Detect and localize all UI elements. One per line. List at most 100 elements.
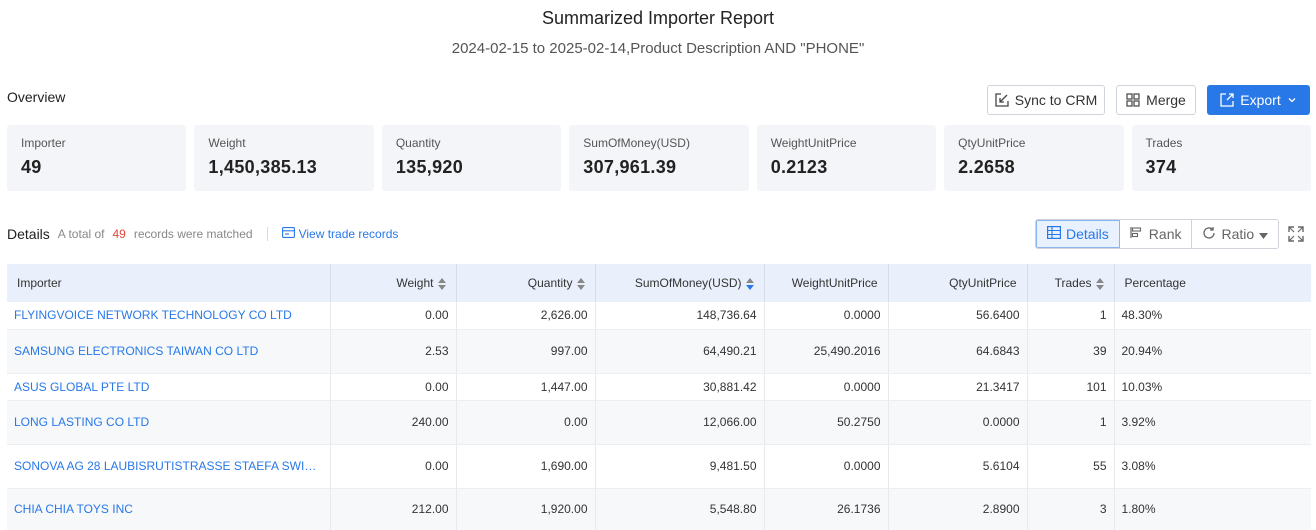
cell-percentage: 3.08% bbox=[1114, 444, 1311, 489]
card-label: Quantity bbox=[395, 136, 441, 150]
column-header-sum-of-money[interactable]: SumOfMoney(USD) bbox=[595, 264, 765, 302]
view-switcher: Details Rank Ratio bbox=[1035, 219, 1280, 249]
table-row: CHIA CHIA TOYS INC 212.00 1,920.00 5,548… bbox=[7, 488, 1311, 530]
importer-link[interactable]: SONOVA AG 28 LAUBISRUTISTRASSE STAEFA SW… bbox=[7, 444, 331, 489]
table-row: LONG LASTING CO LTD 240.00 0.00 12,066.0… bbox=[7, 400, 1311, 445]
sort-icon[interactable] bbox=[437, 277, 446, 290]
card-sum-of-money: SumOfMoney(USD) 307,961.39 bbox=[569, 125, 749, 191]
ratio-view-button[interactable]: Ratio bbox=[1192, 220, 1279, 248]
rank-view-button[interactable]: Rank bbox=[1119, 220, 1193, 248]
total-suffix: records were matched bbox=[133, 227, 253, 241]
cell-percentage: 20.94% bbox=[1114, 329, 1311, 374]
overview-cards: Importer 49 Weight 1,450,385.13 Quantity… bbox=[7, 125, 1311, 191]
report-title: Summarized Importer Report bbox=[541, 8, 775, 28]
export-button[interactable]: Export bbox=[1207, 85, 1310, 115]
export-icon bbox=[1220, 93, 1234, 107]
cell-qty-unit-price: 64.6843 bbox=[888, 329, 1028, 374]
cell-sum-of-money: 148,736.64 bbox=[595, 302, 765, 330]
cell-weight: 0.00 bbox=[330, 302, 457, 330]
column-header-label: Weight bbox=[396, 276, 434, 290]
card-trades: Trades 374 bbox=[1131, 125, 1311, 191]
details-view-button[interactable]: Details bbox=[1036, 220, 1120, 248]
cell-weight-unit-price: 0.0000 bbox=[764, 444, 889, 489]
rank-icon bbox=[1130, 226, 1144, 242]
importer-link[interactable]: SAMSUNG ELECTRONICS TAIWAN CO LTD bbox=[7, 329, 331, 374]
cell-sum-of-money: 12,066.00 bbox=[595, 400, 765, 445]
importer-link[interactable]: FLYINGVOICE NETWORK TECHNOLOGY CO LTD bbox=[7, 302, 331, 330]
cell-quantity: 2,626.00 bbox=[456, 302, 596, 330]
column-header-label: Percentage bbox=[1124, 276, 1186, 290]
card-label: Importer bbox=[21, 136, 66, 150]
cell-weight-unit-price: 25,490.2016 bbox=[764, 329, 889, 374]
card-label: WeightUnitPrice bbox=[770, 136, 857, 150]
merge-label: Merge bbox=[1146, 92, 1186, 108]
merge-icon bbox=[1126, 93, 1140, 107]
cell-percentage: 1.80% bbox=[1114, 488, 1311, 530]
details-view-label: Details bbox=[1066, 226, 1109, 242]
table-row: FLYINGVOICE NETWORK TECHNOLOGY CO LTD 0.… bbox=[7, 302, 1311, 330]
sync-to-crm-button[interactable]: Sync to CRM bbox=[987, 85, 1105, 115]
sort-desc-active-icon[interactable] bbox=[745, 277, 754, 290]
card-qty-unit-price: QtyUnitPrice 2.2658 bbox=[944, 125, 1124, 191]
table-row: SAMSUNG ELECTRONICS TAIWAN CO LTD 2.53 9… bbox=[7, 329, 1311, 374]
cell-weight: 0.00 bbox=[330, 373, 457, 401]
details-heading: Details bbox=[7, 226, 50, 242]
rank-view-label: Rank bbox=[1148, 226, 1182, 242]
importer-link[interactable]: LONG LASTING CO LTD bbox=[7, 400, 331, 445]
importer-table: Importer Weight Quantity SumOfMoney(USD)… bbox=[7, 264, 1311, 530]
cell-quantity: 1,447.00 bbox=[456, 373, 596, 401]
cell-weight: 2.53 bbox=[330, 329, 457, 374]
card-importer: Importer 49 bbox=[7, 125, 187, 191]
card-value: 0.2123 bbox=[770, 157, 828, 177]
merge-button[interactable]: Merge bbox=[1116, 85, 1196, 115]
sort-icon[interactable] bbox=[576, 277, 585, 290]
column-header-label: Trades bbox=[1054, 276, 1092, 290]
report-subtitle: 2024-02-15 to 2025-02-14,Product Descrip… bbox=[451, 40, 865, 57]
cell-trades: 3 bbox=[1027, 488, 1115, 530]
cell-weight-unit-price: 0.0000 bbox=[764, 302, 889, 330]
cell-trades: 1 bbox=[1027, 302, 1115, 330]
card-icon bbox=[281, 227, 295, 241]
column-header-weight-unit-price: WeightUnitPrice bbox=[764, 264, 889, 302]
fullscreen-icon[interactable] bbox=[1288, 226, 1304, 247]
ratio-view-label: Ratio bbox=[1221, 226, 1255, 242]
cell-trades: 39 bbox=[1027, 329, 1115, 374]
export-label: Export bbox=[1240, 92, 1281, 108]
record-count: 49 bbox=[112, 227, 126, 241]
cell-weight-unit-price: 0.0000 bbox=[764, 373, 889, 401]
column-header-label: SumOfMoney(USD) bbox=[634, 276, 742, 290]
cell-weight-unit-price: 26.1736 bbox=[764, 488, 889, 530]
card-label: QtyUnitPrice bbox=[958, 136, 1026, 150]
card-value: 49 bbox=[21, 157, 42, 177]
cell-qty-unit-price: 5.6104 bbox=[888, 444, 1028, 489]
importer-link[interactable]: ASUS GLOBAL PTE LTD bbox=[7, 373, 331, 401]
cell-qty-unit-price: 56.6400 bbox=[888, 302, 1028, 330]
column-header-trades[interactable]: Trades bbox=[1027, 264, 1115, 302]
column-header-percentage: Percentage bbox=[1114, 264, 1311, 302]
cell-weight: 240.00 bbox=[330, 400, 457, 445]
cell-percentage: 48.30% bbox=[1114, 302, 1311, 330]
column-header-quantity[interactable]: Quantity bbox=[456, 264, 596, 302]
cell-quantity: 997.00 bbox=[456, 329, 596, 374]
column-header-label: WeightUnitPrice bbox=[791, 276, 878, 290]
sort-icon[interactable] bbox=[1095, 277, 1104, 290]
view-trade-records-label: View trade records bbox=[298, 227, 399, 241]
column-header-label: QtyUnitPrice bbox=[949, 276, 1017, 290]
importer-link[interactable]: CHIA CHIA TOYS INC bbox=[7, 488, 331, 530]
card-label: SumOfMoney(USD) bbox=[583, 136, 690, 150]
sync-to-crm-label: Sync to CRM bbox=[1014, 92, 1098, 108]
card-value: 2.2658 bbox=[958, 157, 1015, 177]
caret-down-icon bbox=[1259, 226, 1269, 242]
refresh-icon bbox=[1202, 226, 1216, 243]
cell-trades: 55 bbox=[1027, 444, 1115, 489]
card-weight-unit-price: WeightUnitPrice 0.2123 bbox=[756, 125, 937, 191]
table-header-row: Importer Weight Quantity SumOfMoney(USD)… bbox=[7, 264, 1311, 302]
cell-percentage: 10.03% bbox=[1114, 373, 1311, 401]
column-header-label: Quantity bbox=[527, 276, 573, 290]
card-label: Weight bbox=[208, 136, 246, 150]
view-trade-records-link[interactable]: View trade records bbox=[281, 227, 399, 241]
card-value: 135,920 bbox=[395, 157, 464, 177]
cell-trades: 101 bbox=[1027, 373, 1115, 401]
column-header-weight[interactable]: Weight bbox=[330, 264, 457, 302]
cell-sum-of-money: 9,481.50 bbox=[595, 444, 765, 489]
